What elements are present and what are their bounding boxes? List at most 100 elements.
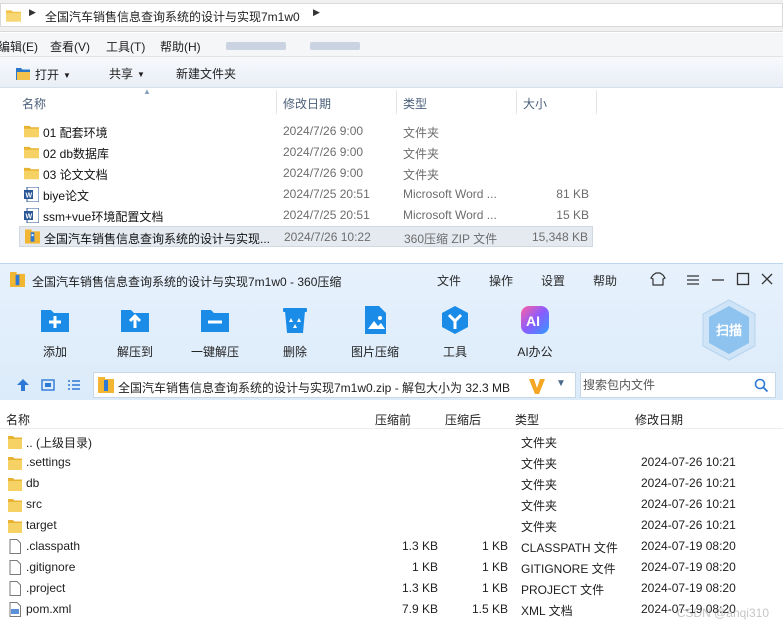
folder-icon <box>8 478 22 491</box>
menu-tools[interactable]: 工具(T) <box>106 38 145 55</box>
zip-navigation-bar: 全国汽车销售信息查询系统的设计与实现7m1w0.zip - 解包大小为 32.3… <box>0 370 783 400</box>
zip-file-type: 文件夹 <box>521 436 558 450</box>
zip-menu-settings[interactable]: 设置 <box>541 272 565 289</box>
file-row[interactable]: 02 db数据库 2024/7/26 9:00 文件夹 <box>19 142 593 163</box>
menu-bar: 编辑(E) 查看(V) 工具(T) 帮助(H) <box>0 33 783 57</box>
minimize-icon[interactable] <box>709 270 727 288</box>
column-name[interactable]: 名称 <box>22 95 46 112</box>
breadcrumb-chevron-icon[interactable]: ▶ <box>29 7 36 18</box>
zip-column-compressed[interactable]: 压缩前 <box>375 411 411 428</box>
svg-text:W: W <box>26 214 33 221</box>
delete-label: 删除 <box>282 345 307 359</box>
open-label: 打开 <box>35 68 60 82</box>
ai-office-button[interactable]: AI AI办公 <box>499 304 571 364</box>
zip-column-packed[interactable]: 压缩后 <box>445 411 481 428</box>
column-divider[interactable] <box>396 90 397 114</box>
search-box[interactable] <box>580 372 776 398</box>
zip-menu-file[interactable]: 文件 <box>437 272 461 289</box>
zip-column-modified[interactable]: 修改日期 <box>635 411 683 428</box>
explorer-window: ▶ 全国汽车销售信息查询系统的设计与实现7m1w0 ▶ 编辑(E) 查看(V) … <box>0 0 783 262</box>
menu-edit[interactable]: 编辑(E) <box>0 38 38 55</box>
zip-file-modified: 2024-07-26 10:21 <box>641 518 736 532</box>
path-dropdown-icon[interactable]: ▼ <box>556 378 566 389</box>
new-folder-button[interactable]: 新建文件夹 <box>176 65 236 82</box>
scan-button[interactable]: 扫描 <box>700 298 758 362</box>
zip-file-type: XML 文档 <box>521 604 573 618</box>
file-modified: 2024/7/25 20:51 <box>283 187 370 201</box>
zip-file-packed: 1 KB <box>481 539 508 553</box>
zip-column-type[interactable]: 类型 <box>515 411 539 428</box>
file-icon <box>9 539 21 554</box>
share-button[interactable]: 共享 ▼ <box>109 65 145 82</box>
word-icon: W <box>24 187 39 202</box>
zip-app-icon <box>10 272 25 287</box>
one-click-extract-icon <box>201 310 229 332</box>
file-type: Microsoft Word ... <box>403 208 497 222</box>
menu-help[interactable]: 帮助(H) <box>160 38 201 55</box>
zip-file-row[interactable]: target 文件夹 2024-07-26 10:21 <box>0 515 783 536</box>
open-button[interactable]: 打开 ▼ <box>16 65 71 83</box>
file-name: 03 论文文档 <box>43 168 108 182</box>
column-divider[interactable] <box>276 90 277 114</box>
address-box[interactable]: ▶ 全国汽车销售信息查询系统的设计与实现7m1w0 ▶ <box>0 3 783 27</box>
zip-window-title: 全国汽车销售信息查询系统的设计与实现7m1w0 - 360压缩 <box>32 275 342 289</box>
file-row[interactable]: 01 配套环境 2024/7/26 9:00 文件夹 <box>19 121 593 142</box>
zip-file-row[interactable]: .. (上级目录) 文件夹 <box>0 431 783 452</box>
column-divider[interactable] <box>516 90 517 114</box>
zip-file-row[interactable]: src 文件夹 2024-07-26 10:21 <box>0 494 783 515</box>
column-size[interactable]: 大小 <box>523 95 547 112</box>
extract-to-button[interactable]: 解压到 <box>99 304 171 364</box>
zip-file-row[interactable]: .classpath 1.3 KB 1 KB CLASSPATH 文件 2024… <box>0 536 783 557</box>
archive-path-box[interactable]: 全国汽车销售信息查询系统的设计与实现7m1w0.zip - 解包大小为 32.3… <box>93 372 576 398</box>
tools-button[interactable]: 工具 <box>419 304 491 364</box>
zip-file-row[interactable]: db 文件夹 2024-07-26 10:21 <box>0 473 783 494</box>
zip-file-modified: 2024-07-26 10:21 <box>641 476 736 490</box>
column-divider[interactable] <box>596 90 597 114</box>
zip-title-bar[interactable]: 全国汽车销售信息查询系统的设计与实现7m1w0 - 360压缩 文件 操作 设置… <box>0 264 783 294</box>
zip-file-row[interactable]: pom.xml 7.9 KB 1.5 KB XML 文档 2024-07-19 … <box>0 599 783 620</box>
column-type[interactable]: 类型 <box>403 95 427 112</box>
zip-header: 全国汽车销售信息查询系统的设计与实现7m1w0 - 360压缩 文件 操作 设置… <box>0 264 783 400</box>
list-view-icon[interactable] <box>67 378 81 392</box>
zip-file-row[interactable]: .project 1.3 KB 1 KB PROJECT 文件 2024-07-… <box>0 578 783 599</box>
search-icon[interactable] <box>754 378 769 393</box>
file-row-selected[interactable]: 全国汽车销售信息查询系统的设计与实现... 2024/7/26 10:22 36… <box>19 226 593 247</box>
one-click-extract-button[interactable]: 一键解压 <box>179 304 251 364</box>
close-icon[interactable] <box>758 270 776 288</box>
file-type: Microsoft Word ... <box>403 187 497 201</box>
file-modified: 2024/7/26 9:00 <box>283 124 364 138</box>
zip-file-name: .settings <box>26 455 71 469</box>
main-menu-icon[interactable] <box>684 270 702 288</box>
add-label: 添加 <box>42 345 67 359</box>
image-compress-button[interactable]: 图片压缩 <box>339 304 411 364</box>
zip-file-modified: 2024-07-19 08:20 <box>641 581 736 595</box>
file-row[interactable]: W biye论文 2024/7/25 20:51 Microsoft Word … <box>19 184 593 205</box>
zip-file-modified: 2024-07-19 08:20 <box>641 560 736 574</box>
one-click-extract-label: 一键解压 <box>190 345 239 359</box>
add-button[interactable]: 添加 <box>19 304 91 364</box>
zip-file-type: 文件夹 <box>521 457 558 471</box>
folder-icon <box>8 436 22 449</box>
zip-file-compressed: 1.3 KB <box>401 539 438 553</box>
file-row[interactable]: W ssm+vue环境配置文档 2024/7/25 20:51 Microsof… <box>19 205 593 226</box>
file-row[interactable]: 03 论文文档 2024/7/26 9:00 文件夹 <box>19 163 593 184</box>
skin-icon[interactable] <box>649 270 667 288</box>
zip-menu-operate[interactable]: 操作 <box>489 272 513 289</box>
maximize-icon[interactable] <box>734 270 752 288</box>
menu-view[interactable]: 查看(V) <box>50 38 90 55</box>
column-modified[interactable]: 修改日期 <box>283 95 331 112</box>
zip-column-name[interactable]: 名称 <box>6 411 30 428</box>
folder-icon <box>8 457 22 470</box>
zip-menu-help[interactable]: 帮助 <box>593 272 617 289</box>
xml-file-icon <box>9 602 21 617</box>
search-input[interactable] <box>583 375 748 395</box>
up-arrow-icon[interactable] <box>16 378 30 392</box>
zip-file-row[interactable]: .settings 文件夹 2024-07-26 10:21 <box>0 452 783 473</box>
breadcrumb-current[interactable]: 全国汽车销售信息查询系统的设计与实现7m1w0 <box>45 8 300 25</box>
thumbnail-view-icon[interactable] <box>41 378 55 392</box>
file-name: biye论文 <box>43 189 90 203</box>
zip-file-row[interactable]: .gitignore 1 KB 1 KB GITIGNORE 文件 2024-0… <box>0 557 783 578</box>
delete-button[interactable]: 删除 <box>259 304 331 364</box>
breadcrumb-chevron-icon[interactable]: ▶ <box>313 7 320 18</box>
file-name: 01 配套环境 <box>43 126 108 140</box>
